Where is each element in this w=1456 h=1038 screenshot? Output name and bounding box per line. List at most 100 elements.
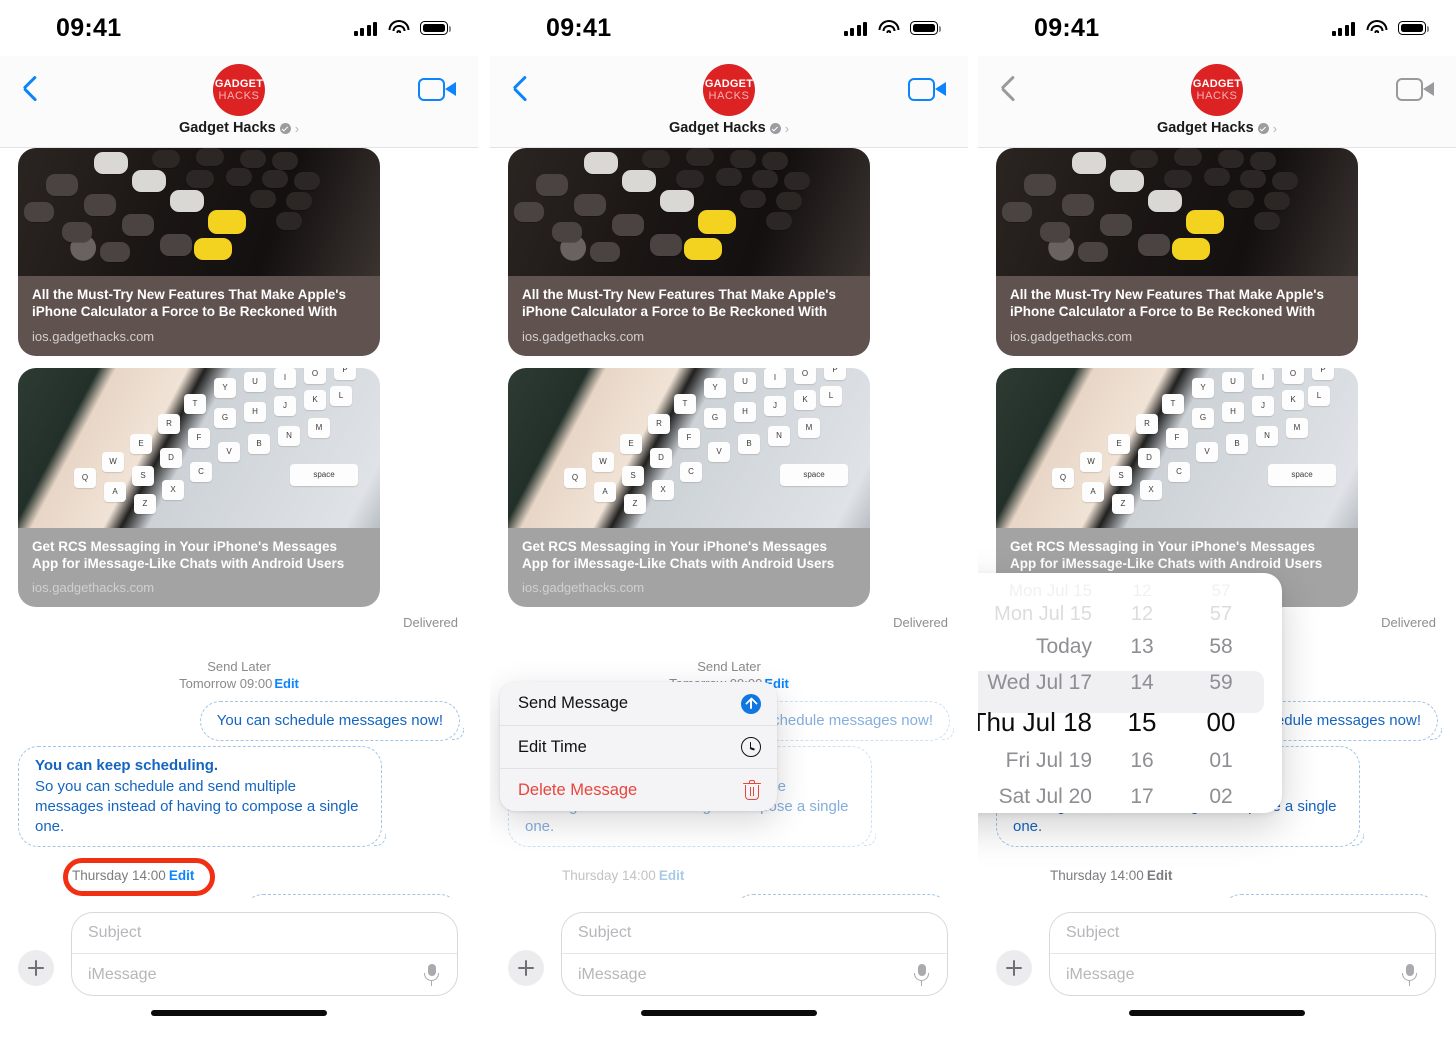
link-title: All the Must-Try New Features That Make … <box>522 287 837 320</box>
datetime-picker-popover[interactable]: Mon Jul 15 12 57 Mon Jul 15 12 57 Today … <box>978 573 1282 813</box>
picker-row[interactable]: Today 13 58 <box>978 629 1282 665</box>
microphone-icon[interactable] <box>424 963 439 986</box>
picker-date-cell: Sat Jul 20 <box>998 785 1092 808</box>
status-icon-group <box>353 20 451 36</box>
wifi-icon <box>878 20 899 36</box>
second-schedule-timestamp[interactable]: Thursday 14:00 Edit <box>562 868 684 883</box>
send-later-title: Send Later <box>697 659 761 675</box>
link-title: Get RCS Messaging in Your iPhone's Messa… <box>32 538 345 571</box>
bubble-bold-text: You can keep scheduling. <box>35 757 219 775</box>
link-preview-meta: Get RCS Messaging in Your iPhone's Messa… <box>508 527 870 608</box>
plus-icon[interactable] <box>996 950 1032 986</box>
wifi-icon <box>388 20 409 36</box>
picker-hour-cell: 17 <box>1130 785 1154 808</box>
status-time: 09:41 <box>1034 13 1100 42</box>
picker-date-cell: Today <box>1035 635 1092 658</box>
picker-selected-minute: 00 <box>1206 706 1236 737</box>
microphone-icon[interactable] <box>914 963 929 986</box>
message-row: You can schedule messages now! <box>18 701 464 742</box>
back-button[interactable] <box>18 70 48 116</box>
picker-minute-cell: 02 <box>1209 785 1233 808</box>
second-edit-button[interactable]: Edit <box>1147 868 1173 883</box>
imessage-input-row[interactable]: iMessage <box>1050 954 1435 995</box>
avatar: GADGET HACKS <box>703 64 755 116</box>
link-preview-calculator[interactable]: All the Must-Try New Features That Make … <box>508 148 870 356</box>
menu-item-edit-time[interactable]: Edit Time <box>500 725 777 768</box>
subject-input[interactable]: Subject <box>1050 913 1435 954</box>
contact-header[interactable]: GADGET HACKS Gadget Hacks › <box>1157 64 1277 136</box>
picker-row[interactable]: Wed Jul 17 14 59 <box>978 665 1282 701</box>
link-preview-calculator[interactable]: All the Must-Try New Features That Make … <box>18 148 380 356</box>
scheduled-bubble-1[interactable]: You can schedule messages now! <box>199 701 464 742</box>
verified-badge-icon <box>1257 122 1269 134</box>
composer-fields: Subject iMessage <box>1049 912 1436 996</box>
link-preview-calculator[interactable]: All the Must-Try New Features That Make … <box>996 148 1358 356</box>
facetime-button[interactable] <box>418 78 456 108</box>
second-schedule-timestamp[interactable]: Thursday 14:00 Edit <box>72 868 194 883</box>
bubble-tail <box>864 833 876 846</box>
menu-item-delete-message[interactable]: Delete Message <box>500 768 777 811</box>
scheduled-bubble-2[interactable]: You can keep scheduling. So you can sche… <box>18 746 386 847</box>
status-time: 09:41 <box>546 13 612 42</box>
picker-row-selected[interactable]: Thu Jul 18 15 00 <box>978 701 1282 743</box>
subject-input[interactable]: Subject <box>562 913 947 954</box>
composer-fields: Subject iMessage <box>71 912 458 996</box>
contact-name: Gadget Hacks <box>668 120 766 136</box>
imessage-input-row[interactable]: iMessage <box>72 954 457 995</box>
delivered-status: Delivered <box>893 615 948 631</box>
contact-header[interactable]: GADGET HACKS Gadget Hacks › <box>179 64 299 136</box>
link-domain: ios.gadgethacks.com <box>1010 328 1133 344</box>
link-domain: ios.gadgethacks.com <box>32 328 155 344</box>
link-preview-rcs[interactable]: Y U I O P T G H J K L R F V B N M E D C … <box>996 367 1358 608</box>
picker-date-cell: Mon Jul 15 <box>994 602 1092 625</box>
battery-full-icon <box>1398 21 1429 35</box>
picker-row[interactable]: Mon Jul 15 12 57 <box>978 581 1282 600</box>
cellular-bars-icon <box>1331 21 1355 36</box>
send-arrow-up-icon <box>741 693 761 714</box>
message-composer: Subject iMessage <box>490 898 968 1038</box>
imessage-input[interactable]: iMessage <box>1066 966 1134 984</box>
home-bar <box>1129 1010 1305 1016</box>
second-edit-button[interactable]: Edit <box>169 868 195 883</box>
menu-item-send-message[interactable]: Send Message <box>500 682 777 725</box>
link-preview-rcs[interactable]: Y U I O P T G H J K L R F V B N M E D C … <box>508 367 870 608</box>
calculator-keypad-photo <box>508 148 870 276</box>
send-later-edit-button[interactable]: Edit <box>274 676 299 691</box>
contact-name-row: Gadget Hacks › <box>1157 120 1277 136</box>
facetime-button[interactable] <box>908 78 946 108</box>
imessage-input[interactable]: iMessage <box>88 966 156 984</box>
bubble-tail <box>452 728 464 741</box>
imessage-input[interactable]: iMessage <box>578 966 646 984</box>
link-preview-meta: All the Must-Try New Features That Make … <box>508 276 870 356</box>
message-thread: All the Must-Try New Features That Make … <box>0 148 478 934</box>
picker-row[interactable]: Mon Jul 15 12 57 <box>978 599 1282 629</box>
status-bar: 09:41 <box>490 0 968 56</box>
send-later-title: Send Later <box>207 659 271 675</box>
contact-name-row: Gadget Hacks › <box>669 120 789 136</box>
message-context-menu[interactable]: Send Message Edit Time Delete Message <box>500 682 777 811</box>
back-button[interactable] <box>508 70 538 116</box>
message-thread: All the Must-Try New Features That Make … <box>978 148 1456 934</box>
clock-icon <box>741 737 761 757</box>
second-edit-button[interactable]: Edit <box>659 868 685 883</box>
contact-header[interactable]: GADGET HACKS Gadget Hacks › <box>669 64 789 136</box>
imessage-input-row[interactable]: iMessage <box>562 954 947 995</box>
second-schedule-timestamp[interactable]: Thursday 14:00 Edit <box>1050 868 1172 883</box>
link-preview-rcs[interactable]: Y U I O P T G H J K L R F V B N M E D C … <box>18 367 380 608</box>
link-title: Get RCS Messaging in Your iPhone's Messa… <box>522 538 835 571</box>
microphone-icon[interactable] <box>1402 963 1417 986</box>
link-domain: ios.gadgethacks.com <box>522 328 645 344</box>
picker-row[interactable]: Sat Jul 20 17 02 <box>978 779 1282 813</box>
back-button[interactable] <box>996 70 1026 116</box>
plus-icon[interactable] <box>508 950 544 986</box>
timestamp-text: Thursday 14:00 <box>562 867 656 883</box>
home-bar <box>641 1010 817 1016</box>
facetime-button[interactable] <box>1396 78 1434 108</box>
plus-icon[interactable] <box>18 950 54 986</box>
subject-input[interactable]: Subject <box>72 913 457 954</box>
picker-selected-date: Thu Jul 18 <box>978 706 1092 737</box>
picker-row[interactable]: Fri Jul 19 16 01 <box>978 743 1282 779</box>
calculator-keypad-photo <box>996 148 1358 276</box>
avatar-logo-line2: HACKS <box>218 89 260 102</box>
link-domain: ios.gadgethacks.com <box>522 580 645 596</box>
